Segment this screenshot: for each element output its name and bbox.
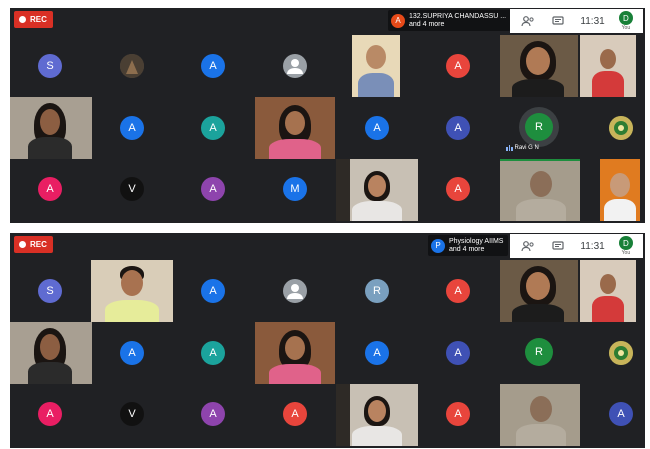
participant-avatar: A xyxy=(446,341,470,365)
participant-video xyxy=(91,260,173,322)
presenter-chip[interactable]: P Physiology AIIMS and 4 more xyxy=(428,235,509,256)
anonymous-user-icon xyxy=(283,279,307,303)
participant-avatar: A xyxy=(446,116,470,140)
speaker-name: Ravi G N xyxy=(514,145,539,151)
participant-video xyxy=(500,35,578,97)
participant-video xyxy=(500,159,580,221)
participant-avatar: R xyxy=(365,279,389,303)
record-dot-icon xyxy=(19,241,26,248)
participant-avatar: A xyxy=(38,402,62,426)
meeting-screenshot-top: REC A 132.SUPRIYA CHANDASSU ... and 4 mo… xyxy=(10,8,645,223)
participant-video xyxy=(255,97,335,159)
presenter-chip[interactable]: A 132.SUPRIYA CHANDASSU ... and 4 more xyxy=(388,10,512,31)
participant-video xyxy=(10,322,92,384)
participant-avatar: A xyxy=(283,402,307,426)
speaker-name-tag: Ravi G N xyxy=(506,145,539,151)
participant-avatar: A xyxy=(38,177,62,201)
participant-avatar: A xyxy=(201,341,225,365)
photo-icon xyxy=(120,54,144,78)
presenter-avatar: A xyxy=(391,13,405,28)
clock: 11:31 xyxy=(580,15,605,27)
presenter-name: Physiology AIIMS xyxy=(449,237,504,245)
participant-avatar: A xyxy=(446,177,470,201)
participant-avatar: A xyxy=(201,116,225,140)
participant-video xyxy=(500,260,578,322)
self-avatar: D xyxy=(618,11,633,25)
participant-avatar: A xyxy=(201,402,225,426)
emblem-icon xyxy=(609,341,633,365)
presenter-more: and 4 more xyxy=(409,20,445,28)
emblem-avatar xyxy=(609,116,633,140)
participant-video xyxy=(10,97,92,159)
presenter-more: and 4 more xyxy=(449,245,485,253)
participant-avatar: A xyxy=(201,279,225,303)
meeting-screenshot-bottom: REC P Physiology AIIMS and 4 more 11:31 … xyxy=(10,233,645,448)
participant-video xyxy=(500,384,580,446)
participant-video xyxy=(352,35,400,97)
participant-video xyxy=(580,260,636,322)
top-controls: 11:31 D You xyxy=(510,234,643,258)
self-label: You xyxy=(621,250,631,256)
people-icon[interactable] xyxy=(520,239,536,253)
anonymous-user-icon xyxy=(283,54,307,78)
chat-icon[interactable] xyxy=(550,239,566,253)
participant-avatar: A xyxy=(201,177,225,201)
recording-badge: REC xyxy=(14,11,53,28)
audio-level-icon xyxy=(506,145,513,151)
participant-avatar: V xyxy=(120,177,144,201)
participant-avatar: A xyxy=(120,341,144,365)
participant-photo-avatar xyxy=(120,54,144,78)
participant-avatar: S xyxy=(38,279,62,303)
participant-video xyxy=(580,35,636,97)
participant-video xyxy=(336,384,418,446)
chat-icon[interactable] xyxy=(550,14,566,28)
emblem-avatar xyxy=(609,341,633,365)
record-dot-icon xyxy=(19,16,26,23)
participant-avatar: S xyxy=(38,54,62,78)
participant-avatar: A xyxy=(446,279,470,303)
participant-avatar: A xyxy=(609,402,633,426)
participant-video xyxy=(600,159,640,221)
participant-avatar: A xyxy=(120,116,144,140)
presenter-avatar: P xyxy=(431,238,445,253)
recording-label: REC xyxy=(30,15,47,24)
participant-avatar: A xyxy=(446,54,470,78)
participant-avatar: A xyxy=(365,341,389,365)
participant-avatar: M xyxy=(283,177,307,201)
self-label: You xyxy=(621,25,631,31)
participant-avatar: A xyxy=(446,402,470,426)
speaker-avatar: R xyxy=(525,113,553,141)
participant-avatar: A xyxy=(365,116,389,140)
top-controls: 11:31 D You xyxy=(510,9,643,33)
self-avatar-wrap[interactable]: D You xyxy=(618,11,633,31)
self-avatar: D xyxy=(618,236,633,250)
participant-video xyxy=(336,159,418,221)
speaker-avatar: R xyxy=(525,338,553,366)
participant-avatar: V xyxy=(120,402,144,426)
recording-label: REC xyxy=(30,240,47,249)
presenter-name: 132.SUPRIYA CHANDASSU ... xyxy=(409,12,507,20)
participant-avatar: A xyxy=(201,54,225,78)
emblem-icon xyxy=(609,116,633,140)
recording-badge: REC xyxy=(14,236,53,253)
clock: 11:31 xyxy=(580,240,605,252)
participant-video xyxy=(255,322,335,384)
people-icon[interactable] xyxy=(520,14,536,28)
active-speaker-border xyxy=(500,159,580,163)
self-avatar-wrap[interactable]: D You xyxy=(618,236,633,256)
